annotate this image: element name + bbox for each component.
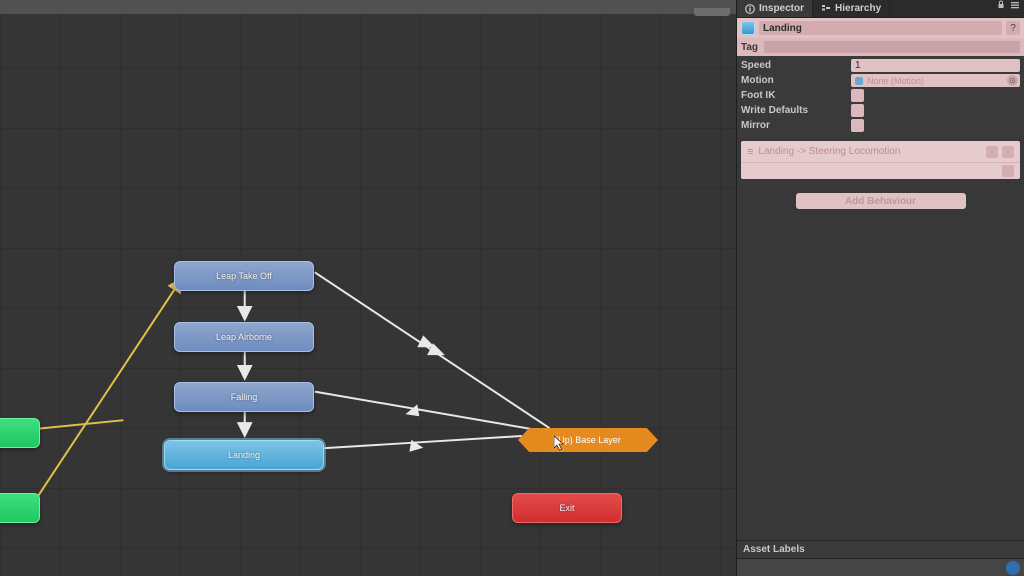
speed-field[interactable]: 1 — [851, 59, 1020, 72]
motion-value: None (Motion) — [867, 76, 1003, 86]
tab-label: Hierarchy — [835, 3, 881, 14]
asset-bundle-icon[interactable] — [1006, 561, 1020, 575]
drag-handle-icon[interactable]: ≡ — [747, 146, 752, 158]
node-falling[interactable]: Falling — [174, 382, 314, 412]
canvas-layer-tab[interactable] — [694, 2, 730, 16]
add-behaviour-button[interactable]: Add Behaviour — [796, 193, 966, 209]
node-label: Leap Take Off — [216, 271, 272, 281]
foot-ik-checkbox[interactable] — [851, 89, 864, 102]
canvas-top-tab-strip — [694, 2, 730, 16]
node-idle[interactable]: Idle — [0, 418, 40, 448]
transition-lines — [0, 8, 736, 576]
prop-label: Write Defaults — [741, 105, 845, 116]
tag-row: Tag — [737, 38, 1024, 56]
tab-label: Inspector — [759, 3, 804, 14]
node-entry[interactable]: Entry — [0, 493, 40, 523]
motion-field[interactable]: None (Motion) ⊙ — [851, 74, 1020, 87]
lock-icon[interactable] — [996, 0, 1006, 10]
prop-label: Foot IK — [741, 90, 845, 101]
hierarchy-icon — [821, 4, 831, 14]
node-label: Exit — [559, 503, 574, 513]
panel-menu-icon[interactable] — [1010, 0, 1020, 10]
write-defaults-checkbox[interactable] — [851, 104, 864, 117]
state-header: Landing ? — [737, 18, 1024, 38]
object-picker-icon[interactable]: ⊙ — [1007, 75, 1018, 86]
prop-write-defaults: Write Defaults — [741, 103, 1020, 118]
panel-controls — [996, 0, 1024, 17]
speed-value: 1 — [855, 60, 861, 71]
node-landing[interactable]: Landing — [164, 440, 324, 470]
node-up-base-layer[interactable]: (Up) Base Layer — [518, 428, 658, 452]
node-label: (Up) Base Layer — [555, 435, 621, 445]
transition-mute-toggle[interactable] — [986, 146, 998, 158]
transition-footer — [741, 163, 1020, 179]
node-leap-airborne[interactable]: Leap Airborne — [174, 322, 314, 352]
property-list: Speed 1 Motion None (Motion) ⊙ Foot IK W… — [737, 56, 1024, 137]
node-leap-take-off[interactable]: Leap Take Off — [174, 261, 314, 291]
mirror-checkbox[interactable] — [851, 119, 864, 132]
transition-controls — [986, 146, 1014, 158]
tag-label: Tag — [741, 42, 758, 53]
asset-labels-text: Asset Labels — [743, 544, 805, 555]
transition-item[interactable]: ≡ Landing -> Steering Locomotion — [741, 141, 1020, 163]
info-icon — [745, 4, 755, 14]
inspector-panel: Inspector Hierarchy Landing ? Tag — [736, 0, 1024, 576]
animator-canvas[interactable]: Leap Take Off Leap Airborne Falling Land… — [0, 0, 736, 576]
inspector-tab-bar: Inspector Hierarchy — [737, 0, 1024, 18]
prop-speed: Speed 1 — [741, 58, 1020, 73]
node-label: Landing — [228, 450, 260, 460]
app-root: Leap Take Off Leap Airborne Falling Land… — [0, 0, 1024, 576]
prop-label: Motion — [741, 75, 845, 86]
prop-foot-ik: Foot IK — [741, 88, 1020, 103]
tab-hierarchy[interactable]: Hierarchy — [813, 0, 890, 17]
add-behaviour-label: Add Behaviour — [845, 196, 916, 207]
prop-mirror: Mirror — [741, 118, 1020, 133]
prop-label: Mirror — [741, 120, 845, 131]
state-icon — [741, 21, 755, 35]
node-label: Leap Airborne — [216, 332, 272, 342]
asset-labels-header[interactable]: Asset Labels — [737, 540, 1024, 558]
node-label: Falling — [231, 392, 258, 402]
transitions-list: ≡ Landing -> Steering Locomotion — [741, 141, 1020, 179]
prop-motion: Motion None (Motion) ⊙ — [741, 73, 1020, 88]
transition-label: Landing -> Steering Locomotion — [758, 146, 900, 157]
state-name-text: Landing — [763, 23, 802, 34]
remove-transition-button[interactable] — [1002, 165, 1014, 177]
state-name-field[interactable]: Landing — [759, 21, 1002, 35]
node-exit[interactable]: Exit — [512, 493, 622, 523]
asset-bundle-bar — [737, 558, 1024, 576]
motion-type-icon — [855, 77, 863, 85]
transition-solo-toggle[interactable] — [1002, 146, 1014, 158]
prop-label: Speed — [741, 60, 845, 71]
help-icon[interactable]: ? — [1006, 21, 1020, 35]
tab-inspector[interactable]: Inspector — [737, 0, 813, 17]
tag-field[interactable] — [764, 41, 1020, 53]
